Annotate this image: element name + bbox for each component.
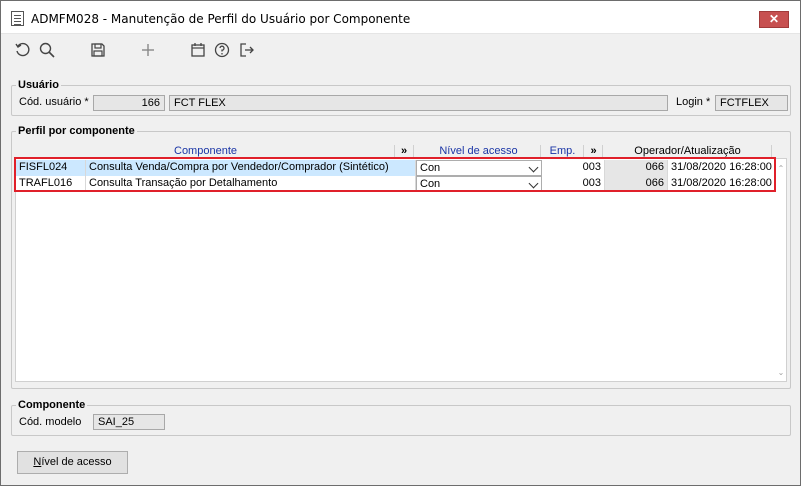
add-icon[interactable] bbox=[137, 39, 159, 61]
calendar-icon[interactable] bbox=[187, 39, 209, 61]
usuario-name-field[interactable]: FCT FLEX bbox=[169, 95, 668, 111]
col-header-emp[interactable]: Emp. bbox=[542, 145, 584, 158]
scroll-up-icon[interactable]: ⌃ bbox=[777, 165, 785, 173]
col-header-nivel-acesso[interactable]: Nível de acesso bbox=[417, 145, 541, 158]
nivel-acesso-select[interactable]: Con bbox=[416, 160, 542, 176]
help-icon[interactable] bbox=[211, 39, 233, 61]
row-code[interactable]: FISFL024 bbox=[16, 160, 86, 176]
row-code[interactable]: TRAFL016 bbox=[16, 176, 86, 192]
cod-modelo-field[interactable]: SAI_25 bbox=[93, 414, 165, 430]
row-operador[interactable]: 066 bbox=[605, 160, 668, 176]
chevron-down-icon[interactable] bbox=[528, 178, 539, 189]
close-button[interactable]: ✕ bbox=[759, 11, 789, 28]
table-row[interactable]: FISFL024 Consulta Venda/Compra por Vende… bbox=[16, 160, 776, 176]
row-emp[interactable]: 003 bbox=[542, 176, 605, 192]
vertical-scrollbar[interactable]: ⌃ ⌄ bbox=[776, 159, 786, 381]
main-window: ADMFM028 - Manutenção de Perfil do Usuár… bbox=[0, 0, 801, 486]
expand-columns-button-1[interactable]: » bbox=[395, 145, 414, 158]
cod-usuario-label: Cód. usuário * bbox=[19, 96, 89, 108]
perfil-grid: FISFL024 Consulta Venda/Compra por Vende… bbox=[15, 158, 787, 382]
row-emp[interactable]: 003 bbox=[542, 160, 605, 176]
row-description[interactable]: Consulta Venda/Compra por Vendedor/Compr… bbox=[86, 160, 416, 176]
row-operador[interactable]: 066 bbox=[605, 176, 668, 192]
search-icon[interactable] bbox=[36, 39, 58, 61]
login-field[interactable]: FCTFLEX bbox=[715, 95, 788, 111]
expand-columns-button-2[interactable]: » bbox=[585, 145, 603, 158]
document-icon bbox=[11, 11, 24, 26]
exit-icon[interactable] bbox=[236, 39, 258, 61]
window-title: ADMFM028 - Manutenção de Perfil do Usuár… bbox=[31, 12, 411, 26]
row-atualizacao[interactable]: 31/08/2020 16:28:00 bbox=[668, 160, 772, 176]
usuario-legend: Usuário bbox=[18, 79, 59, 91]
close-icon: ✕ bbox=[768, 12, 780, 26]
perfil-legend: Perfil por componente bbox=[18, 125, 135, 137]
row-atualizacao[interactable]: 31/08/2020 16:28:00 bbox=[668, 176, 772, 192]
login-label: Login * bbox=[676, 96, 711, 108]
table-row[interactable]: TRAFL016 Consulta Transação por Detalham… bbox=[16, 176, 776, 192]
scroll-down-icon[interactable]: ⌄ bbox=[777, 369, 785, 377]
col-header-operador: Operador/Atualização bbox=[604, 145, 772, 158]
chevron-down-icon[interactable] bbox=[528, 162, 539, 173]
nivel-acesso-button[interactable]: Nível de acesso bbox=[17, 451, 128, 474]
toolbar bbox=[1, 35, 800, 65]
cod-modelo-label: Cód. modelo bbox=[19, 416, 82, 428]
col-header-componente[interactable]: Componente bbox=[17, 145, 395, 158]
nivel-acesso-select[interactable]: Con bbox=[416, 176, 542, 192]
componente-legend: Componente bbox=[18, 399, 86, 411]
save-icon[interactable] bbox=[87, 39, 109, 61]
cod-usuario-field[interactable]: 166 bbox=[93, 95, 165, 111]
row-description[interactable]: Consulta Transação por Detalhamento bbox=[86, 176, 416, 192]
refresh-icon[interactable] bbox=[12, 39, 34, 61]
title-bar: ADMFM028 - Manutenção de Perfil do Usuár… bbox=[1, 1, 800, 34]
